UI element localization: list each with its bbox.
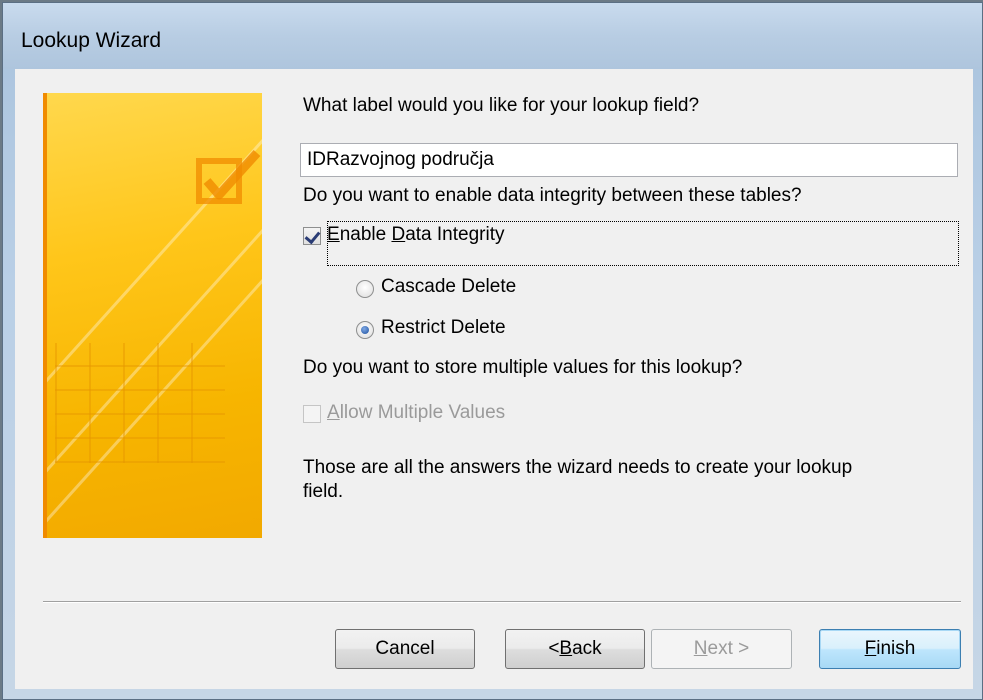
button-separator [43, 601, 961, 603]
integrity-question: Do you want to enable data integrity bet… [303, 185, 802, 206]
title-bar[interactable]: Lookup Wizard [3, 3, 982, 69]
lookup-wizard-window: Lookup Wizard What label would you like … [2, 2, 983, 700]
next-button[interactable]: Next > [651, 629, 792, 669]
cascade-delete-radio-icon[interactable] [356, 280, 374, 298]
cascade-delete-label[interactable]: Cascade Delete [381, 276, 516, 298]
summary-text-line1: Those are all the answers the wizard nee… [303, 457, 853, 478]
restrict-delete-radio-icon[interactable] [356, 321, 374, 339]
multi-value-question: Do you want to store multiple values for… [303, 357, 743, 378]
summary-text-line2: field. [303, 481, 344, 502]
cancel-button[interactable]: Cancel [335, 629, 475, 669]
lookup-label-input[interactable] [300, 143, 958, 177]
enable-data-integrity-check-icon[interactable] [303, 227, 321, 245]
wizard-body: What label would you like for your looku… [15, 69, 973, 689]
checkmark-box-icon [196, 149, 261, 204]
wizard-banner-image [43, 93, 262, 538]
label-question: What label would you like for your looku… [303, 95, 700, 116]
allow-multiple-values-check-icon[interactable] [303, 405, 321, 423]
enable-data-integrity-label[interactable]: Enable Data Integrity [327, 224, 504, 246]
back-button[interactable]: < Back [505, 629, 645, 669]
window-title: Lookup Wizard [21, 29, 162, 52]
finish-button[interactable]: Finish [819, 629, 961, 669]
restrict-delete-label[interactable]: Restrict Delete [381, 317, 506, 339]
allow-multiple-values-label[interactable]: Allow Multiple Values [327, 402, 505, 424]
